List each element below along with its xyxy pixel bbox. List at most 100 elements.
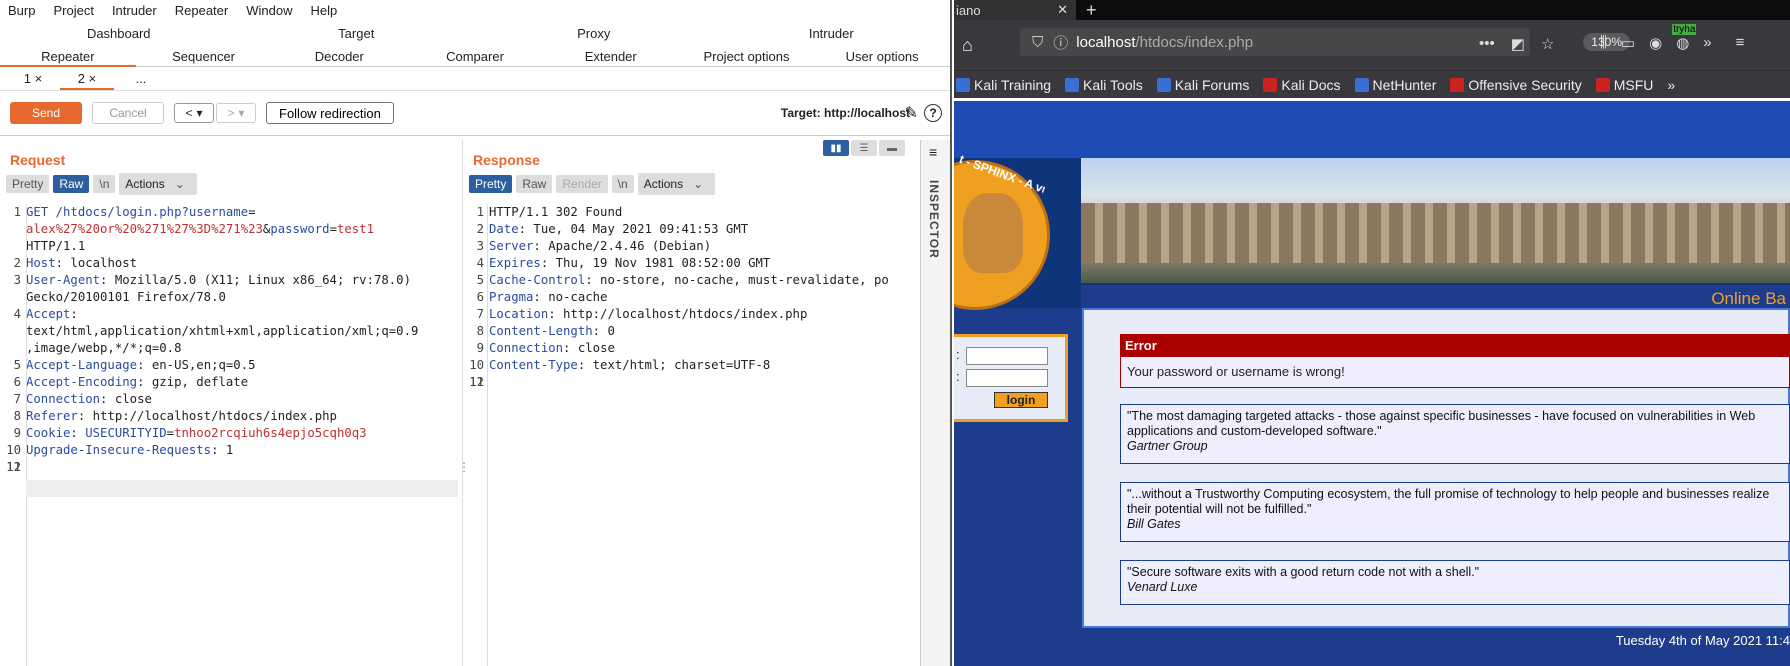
view-raw[interactable]: Raw [516, 175, 553, 193]
username-input[interactable] [966, 347, 1048, 365]
bookmark-label: Kali Training [974, 76, 1052, 93]
tab-target[interactable]: Target [238, 26, 476, 44]
repeater-toolbar: Send Cancel < ▾ > ▾ Follow redirection Tar… [0, 91, 950, 136]
view-actions[interactable]: Actions ⌄ [119, 173, 197, 195]
header-key: Location [489, 307, 549, 321]
forward-button[interactable]: > ▾ [216, 103, 256, 123]
target-label: Target: http://localhost [780, 106, 910, 120]
account-icon[interactable]: ◉ [1649, 34, 1662, 52]
bookmark-item[interactable]: Kali Tools [1065, 77, 1143, 93]
layout-tabbed-icon[interactable]: ▬ [879, 140, 905, 156]
info-icon[interactable]: ⓘ [1053, 32, 1068, 53]
menu-intruder[interactable]: Intruder [112, 3, 157, 18]
browser-tab[interactable]: iano ✕ [954, 0, 1076, 20]
library-icon[interactable]: ⫼ [1600, 34, 1607, 52]
tab-user-options[interactable]: User options [814, 44, 950, 67]
request-editor[interactable]: 1 GET /htdocs/login.php?username= alex%27%… [0, 204, 460, 474]
firefox-tabbar: iano ✕ + [954, 0, 1790, 20]
inspector-panel[interactable]: ≡ INSPECTOR [920, 140, 950, 666]
layout-stacked-icon[interactable]: ☰ [851, 140, 877, 156]
menu-project[interactable]: Project [53, 3, 93, 18]
more-actions-icon[interactable]: ••• [1479, 35, 1495, 53]
palace-banner-image [1081, 158, 1790, 283]
back-button[interactable]: < ▾ [174, 103, 214, 123]
pocket-icon[interactable]: ◩ [1511, 35, 1525, 53]
code-line: 2 Date: Tue, 04 May 2021 09:41:53 GMT [463, 221, 918, 238]
code-line: 10 Upgrade-Insecure-Requests: 1 [0, 442, 460, 459]
header-key: Cookie [26, 426, 71, 440]
url-bar[interactable]: ⛉ ⓘ localhost/htdocs/index.php [1020, 28, 1530, 56]
header-key: Referer [26, 409, 78, 423]
view-n[interactable]: \n [93, 175, 116, 193]
code-line: 1 HTTP/1.1 302 Found [463, 204, 918, 221]
view-actions[interactable]: Actions ⌄ [637, 173, 716, 195]
home-icon[interactable]: ⌂ [962, 35, 973, 56]
extension-icon[interactable]: ◍ tryha [1672, 24, 1697, 52]
inspector-menu-icon[interactable]: ≡ [929, 144, 937, 160]
menu-repeater[interactable]: Repeater [175, 3, 228, 18]
new-tab-icon[interactable]: + [1086, 0, 1097, 21]
overflow-chevron-icon[interactable]: » [1667, 77, 1675, 93]
help-icon[interactable]: ? [924, 104, 942, 122]
tab-project-options[interactable]: Project options [679, 44, 815, 67]
line-number: 6 [13, 375, 21, 389]
send-button[interactable]: Send [10, 102, 82, 124]
edit-pencil-icon[interactable]: ✎ [905, 103, 918, 123]
bookmark-star-icon[interactable]: ☆ [1541, 35, 1554, 53]
bookmark-item[interactable]: NetHunter [1354, 77, 1436, 93]
view-raw[interactable]: Raw [53, 175, 90, 193]
line-number: 12 [469, 375, 484, 389]
tab-sequencer[interactable]: Sequencer [136, 44, 272, 67]
tab-extender[interactable]: Extender [543, 44, 679, 67]
bookmark-item[interactable]: Kali Forums [1156, 77, 1249, 93]
menu-help[interactable]: Help [310, 3, 337, 18]
overflow-chevron-icon[interactable]: » [1703, 34, 1711, 52]
repeater-tab[interactable]: ... [114, 68, 168, 90]
sidebar-icon[interactable]: ▭ [1621, 34, 1635, 52]
bookmark-item[interactable]: Kali Training [956, 77, 1051, 93]
view-pretty[interactable]: Pretty [469, 175, 513, 193]
tab-dashboard[interactable]: Dashboard [0, 26, 238, 44]
code-line: 8 Referer: http://localhost/htdocs/index.… [0, 408, 460, 425]
view-pretty[interactable]: Pretty [6, 175, 50, 193]
header-key: Upgrade-Insecure-Requests [26, 443, 212, 457]
follow-redirection-button[interactable]: Follow redirection [266, 102, 394, 124]
header-key: Expires [489, 256, 541, 270]
line-value: : close [100, 392, 152, 406]
line-text: Pragma: no-cache [463, 289, 918, 306]
password-input[interactable] [966, 369, 1048, 387]
quote-author: Gartner Group [1127, 439, 1208, 453]
quote-text: "Secure software exits with a good retur… [1127, 565, 1480, 579]
tab-proxy[interactable]: Proxy [475, 26, 713, 44]
line-text: Date: Tue, 04 May 2021 09:41:53 GMT [463, 221, 918, 238]
hamburger-menu-icon[interactable]: ≡ [1736, 34, 1745, 52]
menu-window[interactable]: Window [246, 3, 292, 18]
code-line: 6 Accept-Encoding: gzip, deflate [0, 374, 460, 391]
view-n[interactable]: \n [611, 175, 634, 193]
repeater-tab[interactable]: 1 × [6, 68, 60, 90]
repeater-tab[interactable]: 2 × [60, 68, 114, 90]
tab-repeater[interactable]: Repeater [0, 43, 136, 67]
layout-side-by-side-icon[interactable]: ▮▮ [823, 140, 849, 156]
tab-intruder[interactable]: Intruder [713, 26, 951, 44]
bookmark-item[interactable]: MSFU [1595, 77, 1653, 93]
tab-decoder[interactable]: Decoder [271, 44, 407, 67]
layout-toggle: ▮▮ ☰ ▬ [823, 140, 905, 156]
view-render[interactable]: Render [556, 175, 608, 193]
line-value: : Apache/2.4.46 (Debian) [533, 239, 712, 253]
line-value: : Mozilla/5.0 (X11; Linux x86_64; rv:78.… [100, 273, 411, 287]
quote-author: Bill Gates [1127, 517, 1181, 531]
code-line: HTTP/1.1 [0, 238, 460, 255]
menu-burp[interactable]: Burp [8, 3, 35, 18]
response-editor[interactable]: 1 HTTP/1.1 302 Found 2 Date: Tue, 04 May 20… [463, 204, 918, 389]
burp-window: Burp Project Intruder Repeater Window Help Da… [0, 0, 952, 666]
login-button[interactable]: login [994, 392, 1048, 408]
code-line: 9 Connection: close [463, 340, 918, 357]
line-text: Cache-Control: no-store, no-cache, must-… [463, 272, 918, 289]
shield-icon[interactable]: ⛉ [1032, 34, 1043, 51]
tab-comparer[interactable]: Comparer [407, 44, 543, 67]
close-icon[interactable]: ✕ [1057, 2, 1068, 18]
bookmark-item[interactable]: Kali Docs [1263, 77, 1341, 93]
bookmark-item[interactable]: Offensive Security [1450, 77, 1582, 93]
cancel-button[interactable]: Cancel [92, 102, 164, 124]
